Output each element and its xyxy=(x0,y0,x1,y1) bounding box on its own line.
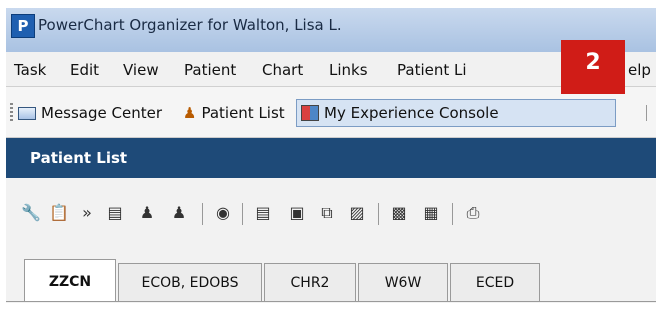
tab-baseline xyxy=(6,301,656,302)
tab-ecob-edobs[interactable]: ECOB, EDOBS xyxy=(118,263,262,301)
main-toolbar: Message Center ♟ Patient List My Experie… xyxy=(6,87,656,138)
menu-patient[interactable]: Patient xyxy=(184,61,236,79)
menu-patient-list[interactable]: Patient Li xyxy=(397,61,467,79)
patient-list-label: Patient List xyxy=(201,104,285,122)
toolbar-divider xyxy=(452,203,453,225)
patient-list-icon: ♟ xyxy=(183,104,197,122)
wrench-icon[interactable]: 🔧 xyxy=(20,203,42,223)
chart-table-icon[interactable]: ▦ xyxy=(420,203,442,223)
toolbar-separator xyxy=(646,105,651,121)
window-title: PowerChart Organizer for Walton, Lisa L. xyxy=(38,16,342,34)
toolbar-divider xyxy=(202,203,203,225)
menu-view[interactable]: View xyxy=(123,61,159,79)
toolbar-grip[interactable] xyxy=(10,103,13,123)
document-list-icon[interactable]: ▤ xyxy=(104,203,126,223)
properties-icon[interactable]: 📋 xyxy=(48,203,70,223)
clipboard-list-icon[interactable]: ▤ xyxy=(252,203,274,223)
experience-console-button[interactable]: My Experience Console xyxy=(296,99,616,127)
patient-list-button[interactable]: ♟ Patient List xyxy=(183,99,285,127)
menu-bar: Task Edit View Patient Chart Links Patie… xyxy=(6,52,656,87)
tab-w6w[interactable]: W6W xyxy=(358,263,448,301)
message-center-label: Message Center xyxy=(41,104,162,122)
tab-chr2[interactable]: CHR2 xyxy=(264,263,356,301)
powerchart-app-icon: P xyxy=(11,14,35,38)
powerchart-window: P PowerChart Organizer for Walton, Lisa … xyxy=(6,8,656,303)
title-bar: P PowerChart Organizer for Walton, Lisa … xyxy=(6,8,656,52)
tab-eced[interactable]: ECED xyxy=(450,263,540,301)
annotation-badge: 2 xyxy=(561,40,625,94)
toolbar-divider xyxy=(242,203,243,225)
web-icon[interactable]: ◉ xyxy=(212,203,234,223)
experience-console-label: My Experience Console xyxy=(324,104,499,122)
clipboard-icon[interactable]: ▣ xyxy=(286,203,308,223)
menu-links[interactable]: Links xyxy=(329,61,368,79)
copy-icon[interactable]: ⧉ xyxy=(316,203,338,223)
toolbar-divider xyxy=(378,203,379,225)
patient-list-header: Patient List xyxy=(6,138,656,178)
tab-zzcn[interactable]: ZZCN xyxy=(24,259,116,301)
message-center-button[interactable]: Message Center xyxy=(18,99,162,127)
card-icon[interactable]: ▩ xyxy=(388,203,410,223)
menu-help[interactable]: elp xyxy=(628,61,651,79)
experience-console-icon xyxy=(301,105,319,121)
forward-icon[interactable]: » xyxy=(76,203,98,223)
remove-person-icon[interactable]: ♟ xyxy=(168,203,190,223)
menu-edit[interactable]: Edit xyxy=(70,61,99,79)
print-icon[interactable]: ⎙ xyxy=(462,203,484,223)
menu-chart[interactable]: Chart xyxy=(262,61,303,79)
message-center-icon xyxy=(18,106,36,120)
paste-icon[interactable]: ▨ xyxy=(346,203,368,223)
add-person-icon[interactable]: ♟ xyxy=(136,203,158,223)
patient-list-title: Patient List xyxy=(30,149,128,167)
menu-task[interactable]: Task xyxy=(14,61,46,79)
patient-list-toolbar: 🔧 📋 » ▤ ♟ ♟ ◉ ▤ ▣ ⧉ ▨ ▩ ▦ ⎙ xyxy=(6,179,656,245)
patient-list-tabs: ZZCN ECOB, EDOBS CHR2 W6W ECED xyxy=(6,245,656,303)
